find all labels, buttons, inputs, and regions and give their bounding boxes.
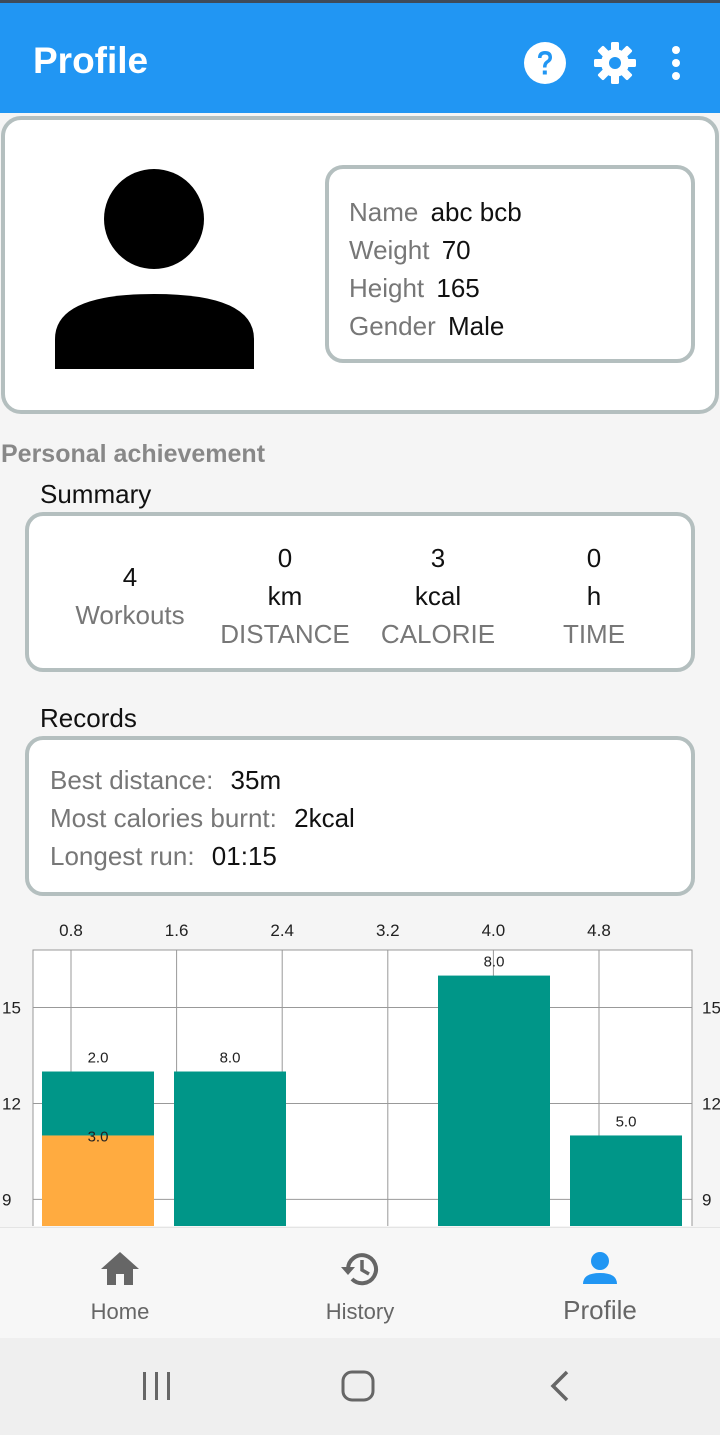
record-value: 2kcal (294, 803, 355, 833)
stat-distance-label: DISTANCE (220, 619, 350, 649)
person-icon (55, 169, 254, 369)
bar-segment (174, 1071, 286, 1226)
height-row: Height 165 (349, 273, 480, 304)
bottom-nav: Home History Profile (0, 1227, 720, 1338)
records-box: Best distance: 35m Most calories burnt: … (25, 736, 695, 896)
achievement-title: Personal achievement (1, 440, 266, 468)
x-tick-label: 1.6 (165, 921, 189, 940)
nav-profile[interactable]: Profile (480, 1228, 720, 1339)
history-icon (341, 1253, 378, 1286)
height-label: Height (349, 273, 425, 303)
stat-calorie-unit: kcal (414, 581, 462, 611)
y-tick-label-left: 15 (2, 999, 21, 1018)
x-tick-label: 2.4 (270, 921, 294, 940)
y-tick-label-right: 9 (702, 1190, 711, 1209)
bar-inner-label: 3.0 (88, 1128, 109, 1145)
stat-workouts-label: Workouts (75, 600, 185, 630)
summary-title: Summary (40, 479, 152, 509)
bar-segment (42, 1071, 154, 1136)
gender-row: Gender Male (349, 311, 504, 342)
gear-icon[interactable] (591, 39, 639, 87)
bar-top-label: 8.0 (220, 1050, 241, 1067)
home-circle-icon[interactable] (338, 1366, 378, 1406)
name-value: abc bcb (430, 197, 522, 227)
nav-history[interactable]: History (240, 1228, 480, 1339)
bar-segment (570, 1135, 682, 1226)
stat-time-value: 0 (586, 543, 602, 573)
record-value: 01:15 (211, 841, 277, 871)
nav-profile-label: Profile (563, 1295, 637, 1325)
gender-value: Male (447, 311, 505, 341)
stat-time-unit: h (586, 581, 602, 611)
recents-icon[interactable] (137, 1366, 177, 1406)
x-tick-label: 4.0 (482, 921, 506, 940)
x-tick-label: 4.8 (587, 921, 611, 940)
nav-history-label: History (325, 1299, 395, 1324)
record-best-distance: Best distance: 35m (50, 765, 281, 796)
stat-calorie-value: 3 (430, 543, 446, 573)
help-icon[interactable] (521, 39, 569, 87)
stat-time-label: TIME (562, 619, 626, 649)
record-value: 35m (230, 765, 282, 795)
weight-value: 70 (441, 235, 471, 265)
bar-top-label: 5.0 (616, 1113, 637, 1130)
app-bar: Profile (0, 3, 720, 113)
back-icon[interactable] (540, 1366, 580, 1406)
stat-workouts-value: 4 (122, 562, 138, 592)
bar-top-label: 2.0 (88, 1050, 109, 1067)
stat-time: 0 h TIME (519, 539, 669, 653)
nav-home-label: Home (90, 1299, 150, 1324)
profile-icon (583, 1252, 617, 1284)
nav-home[interactable]: Home (0, 1228, 240, 1339)
record-most-calories: Most calories burnt: 2kcal (50, 803, 355, 834)
record-label: Longest run: (50, 841, 195, 871)
stat-calorie-label: CALORIE (380, 619, 496, 649)
bar-top-label: 8.0 (484, 954, 505, 971)
record-longest-run: Longest run: 01:15 (50, 841, 277, 872)
x-tick-label: 3.2 (376, 921, 400, 940)
y-tick-label-right: 15 (702, 999, 720, 1018)
name-label: Name (349, 197, 419, 227)
records-title: Records (40, 703, 137, 733)
summary-box: 4 Workouts 0 km DISTANCE 3 kcal CALORIE … (25, 512, 695, 672)
home-icon (101, 1252, 139, 1285)
workout-bar-chart: 0.8 1.6 2.4 3.2 4.0 4.8 15 15 12 12 9 9 8.0 3.0 2.0 8.0… (2, 921, 720, 1226)
gender-label: Gender (349, 311, 436, 341)
name-row: Name abc bcb (349, 197, 522, 228)
weight-row: Weight 70 (349, 235, 471, 266)
more-vert-icon[interactable] (652, 39, 700, 87)
stat-distance-unit: km (267, 581, 303, 611)
stat-distance-value: 0 (277, 543, 293, 573)
weight-label: Weight (349, 235, 430, 265)
stat-calorie: 3 kcal CALORIE (363, 539, 513, 653)
y-tick-label-right: 12 (702, 1094, 720, 1113)
bar-segment (42, 1135, 154, 1226)
bar-segment (438, 975, 550, 1226)
page-title: Profile (33, 40, 149, 81)
record-label: Most calories burnt: (50, 803, 277, 833)
stat-workouts: 4 Workouts (55, 558, 205, 634)
x-tick-label: 0.8 (59, 921, 83, 940)
y-tick-label-left: 12 (2, 1094, 21, 1113)
profile-info-box: Name abc bcb Weight 70 Height 165 Gender… (325, 165, 695, 363)
y-tick-label-left: 9 (2, 1190, 11, 1209)
record-label: Best distance: (50, 765, 214, 795)
height-value: 165 (436, 273, 480, 303)
stat-distance: 0 km DISTANCE (205, 539, 365, 653)
system-nav-bar (0, 1338, 720, 1435)
